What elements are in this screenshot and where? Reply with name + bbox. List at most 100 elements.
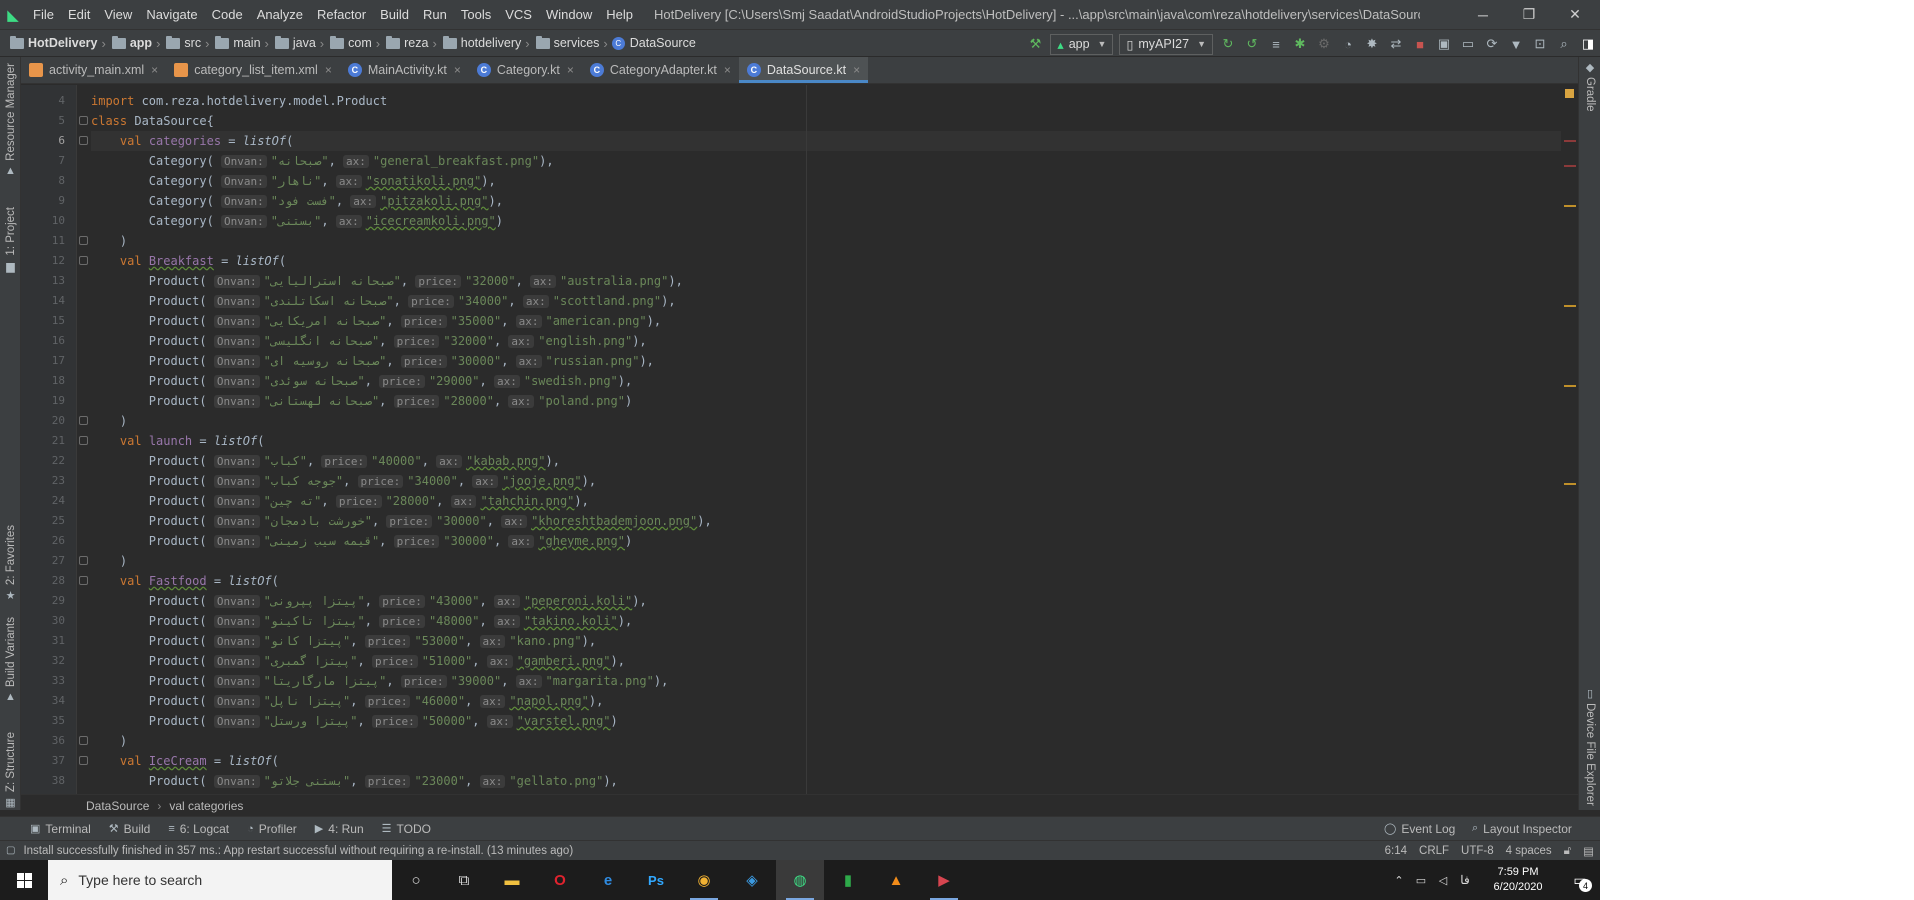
crumb-app[interactable]: app (110, 35, 152, 50)
code-line[interactable]: Product( Onvan: "پیتزا تاکینو", price: "48… (91, 611, 632, 631)
code-line[interactable]: Product( Onvan: "پیتزا پپرونی", price: "43… (91, 591, 647, 611)
stripe-mark[interactable] (1564, 140, 1576, 142)
file-explorer-icon[interactable]: ▬ (488, 860, 536, 900)
code-line[interactable]: Product( Onvan: "پیتزا مارگاریتا", price:… (91, 671, 668, 691)
code-line[interactable]: Product( Onvan: "صبحانه استرالیایی", pric… (91, 271, 683, 291)
tool-run[interactable]: ▶ 4: Run (306, 822, 373, 836)
code-line[interactable]: Product( Onvan: "صبحانه لهستانی", price: "… (91, 391, 632, 411)
tool-build-variants[interactable]: Build Variants ▲ (0, 617, 21, 703)
clock[interactable]: 7:59 PM 6/20/2020 (1476, 865, 1560, 895)
fold-marker-icon[interactable] (79, 116, 88, 125)
sdk-manager-icon[interactable]: ▼ (1504, 32, 1528, 56)
close-icon[interactable]: × (853, 63, 860, 77)
code-area[interactable]: import com.reza.hotdelivery.model.Produc… (91, 85, 1561, 794)
minimize-button[interactable]: ─ (1460, 0, 1506, 29)
gradle-sync-icon[interactable]: ⟳ (1480, 32, 1504, 56)
line-number[interactable]: 26 (21, 531, 65, 551)
tool-layout-inspector[interactable]: ⌕ Layout Inspector (1463, 822, 1581, 836)
line-number[interactable]: 35 (21, 711, 65, 731)
tool-gradle[interactable]: ◆ Gradle (1579, 61, 1600, 112)
taskbar-search-box[interactable]: ⌕ Type here to search (48, 860, 392, 900)
code-line[interactable]: class DataSource{ (91, 111, 214, 131)
breadcrumb-class[interactable]: DataSource (86, 799, 149, 813)
code-line[interactable]: Product( Onvan: "قیمه سیب زمینی", price: "… (91, 531, 632, 551)
line-number[interactable]: 20 (21, 411, 65, 431)
crumb-com[interactable]: com (328, 35, 372, 50)
code-line[interactable]: Product( Onvan: "صبحانه روسیه ای", price:… (91, 351, 654, 371)
memory-indicator-icon[interactable]: ▤ (1577, 844, 1600, 858)
code-line[interactable]: import com.reza.hotdelivery.model.Produc… (91, 91, 387, 111)
line-number[interactable]: 21 (21, 431, 65, 451)
input-language[interactable]: فا (1454, 873, 1476, 887)
code-line[interactable]: val Breakfast = listOf( (91, 251, 286, 271)
cortana-icon[interactable]: ○ (392, 860, 440, 900)
line-number[interactable]: 17 (21, 351, 65, 371)
line-number[interactable]: 12 (21, 251, 65, 271)
vlc-icon[interactable]: ▲ (872, 860, 920, 900)
line-number[interactable]: 28 (21, 571, 65, 591)
menu-vcs[interactable]: VCS (498, 0, 539, 29)
line-number[interactable]: 31 (21, 631, 65, 651)
device-select[interactable]: ▯ myAPI27 ▼ (1119, 33, 1213, 55)
caret-position[interactable]: 6:14 (1379, 845, 1413, 857)
status-message[interactable]: Install successfully finished in 357 ms.… (15, 845, 573, 857)
stripe-mark[interactable] (1564, 483, 1576, 485)
line-number[interactable]: 8 (21, 171, 65, 191)
restore-button[interactable]: ❐ (1506, 0, 1552, 29)
tab-datasource[interactable]: C DataSource.kt × (738, 57, 869, 83)
close-icon[interactable]: × (724, 63, 731, 77)
device-manager-icon[interactable]: ⊡ (1528, 32, 1552, 56)
menu-navigate[interactable]: Navigate (139, 0, 204, 29)
line-number[interactable]: 10 (21, 211, 65, 231)
code-line[interactable]: Category( Onvan: "بستنی", ax: "icecreamkol… (91, 211, 503, 231)
line-number[interactable]: 19 (21, 391, 65, 411)
menu-tools[interactable]: Tools (454, 0, 498, 29)
edge-icon[interactable]: e (584, 860, 632, 900)
code-line[interactable]: Product( Onvan: "صبحانه انگلیسی", price: "… (91, 331, 647, 351)
tool-todo[interactable]: ☰ TODO (373, 822, 440, 836)
chrome-icon[interactable]: ◉ (680, 860, 728, 900)
crumb-project[interactable]: HotDelivery (0, 35, 97, 50)
attach-process-icon[interactable]: ✸ (1360, 32, 1384, 56)
crumb-main[interactable]: main (213, 35, 261, 50)
close-button[interactable]: ✕ (1552, 0, 1598, 29)
line-separator[interactable]: CRLF (1413, 845, 1455, 857)
photoshop-icon[interactable]: Ps (632, 860, 680, 900)
line-number[interactable]: 9 (21, 191, 65, 211)
user-icon[interactable]: ◨ (1576, 32, 1600, 56)
code-line[interactable]: Product( Onvan: "ته چین", price: "28000", … (91, 491, 589, 511)
fold-marker-icon[interactable] (79, 136, 88, 145)
code-line[interactable]: ) (91, 551, 127, 571)
make-project-hammer-icon[interactable]: ⚒ (1023, 32, 1047, 56)
menu-code[interactable]: Code (205, 0, 250, 29)
menu-help[interactable]: Help (599, 0, 640, 29)
menu-run[interactable]: Run (416, 0, 454, 29)
code-line[interactable]: Product( Onvan: "خورشت بادمجان", price: "3… (91, 511, 712, 531)
fold-marker-icon[interactable] (79, 236, 88, 245)
menu-window[interactable]: Window (539, 0, 599, 29)
warning-indicator-icon[interactable] (1565, 89, 1574, 98)
lock-icon[interactable]: 🔓︎ (1558, 845, 1577, 858)
line-number[interactable]: 13 (21, 271, 65, 291)
code-line[interactable]: Product( Onvan: "بستنی جلاتو", price: "230… (91, 771, 618, 791)
line-number[interactable]: 36 (21, 731, 65, 751)
tool-build[interactable]: ⚒ Build (100, 822, 160, 836)
crumb-src[interactable]: src (164, 35, 201, 50)
stripe-mark[interactable] (1564, 165, 1576, 167)
stripe-mark[interactable] (1564, 205, 1576, 207)
line-number[interactable]: 23 (21, 471, 65, 491)
code-line[interactable]: Product( Onvan: "جوجه کباب", price: "34000… (91, 471, 596, 491)
crumb-datasource[interactable]: C DataSource (611, 36, 696, 50)
rerun-icon[interactable]: ↻ (1216, 32, 1240, 56)
search-icon[interactable]: ⌕ (1552, 32, 1576, 56)
tool-project[interactable]: 1: Project ▆ (0, 207, 21, 273)
fold-marker-icon[interactable] (79, 556, 88, 565)
code-line[interactable]: Product( Onvan: "صبحانه سوئدی", price: "29… (91, 371, 632, 391)
menu-view[interactable]: View (97, 0, 139, 29)
line-number[interactable]: 24 (21, 491, 65, 511)
menu-build[interactable]: Build (373, 0, 416, 29)
line-number[interactable]: 15 (21, 311, 65, 331)
run-config-select[interactable]: ▴ app ▼ (1050, 33, 1114, 55)
menu-edit[interactable]: Edit (61, 0, 97, 29)
attach-debugger-icon[interactable]: ⚙ (1312, 32, 1336, 56)
